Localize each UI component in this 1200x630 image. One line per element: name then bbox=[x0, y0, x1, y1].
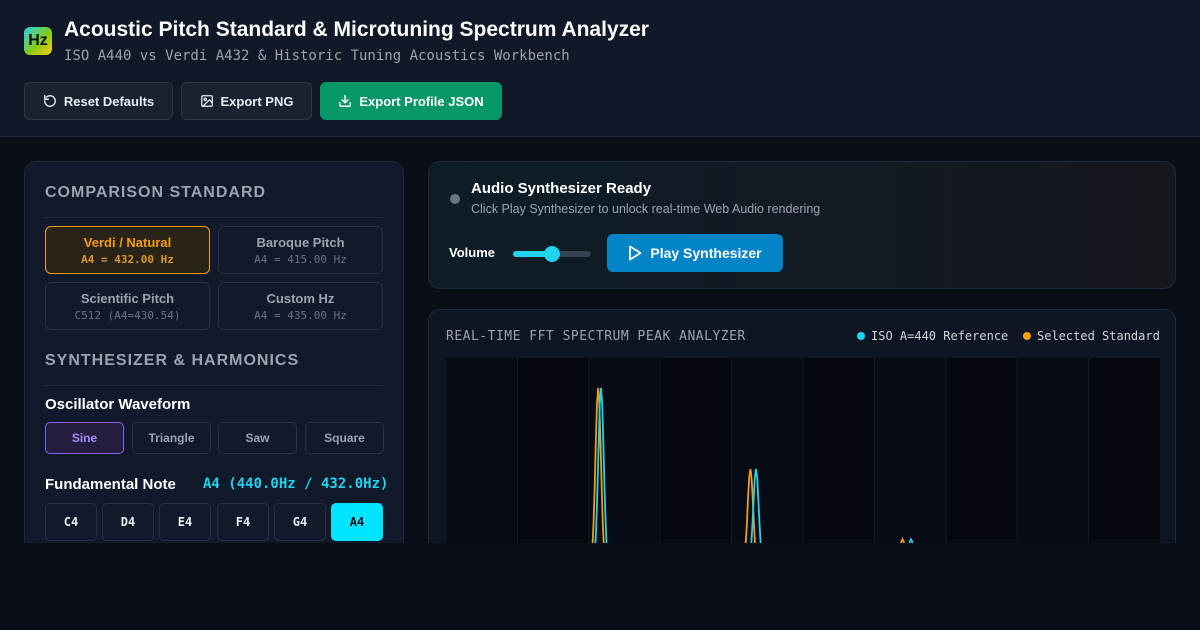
spectrum-band bbox=[731, 358, 803, 543]
spectrum-band bbox=[1017, 358, 1089, 543]
standard-option-baroque[interactable]: Baroque Pitch A4 = 415.00 Hz bbox=[218, 226, 383, 274]
note-c4-button[interactable]: C4 bbox=[45, 503, 97, 541]
spectrum-band bbox=[1088, 358, 1160, 543]
reset-defaults-label: Reset Defaults bbox=[63, 93, 155, 109]
reference-swatch bbox=[857, 332, 865, 340]
legend-selected-label: Selected Standard bbox=[1037, 329, 1160, 343]
fundamental-note-label: Fundamental Note bbox=[45, 476, 176, 493]
volume-slider[interactable] bbox=[513, 246, 591, 262]
spectrum-band bbox=[874, 358, 946, 543]
export-profile-json-button[interactable]: Export Profile JSON bbox=[320, 82, 502, 120]
note-d4-button[interactable]: D4 bbox=[102, 503, 154, 541]
waveform-triangle-button[interactable]: Triangle bbox=[132, 422, 211, 454]
standard-value: A4 = 415.00 Hz bbox=[254, 252, 347, 266]
spectrum-band bbox=[803, 358, 875, 543]
note-frequency-readout: A4 (440.0Hz / 432.0Hz) bbox=[203, 476, 389, 492]
divider bbox=[45, 385, 383, 386]
volume-slider-handle[interactable] bbox=[544, 246, 560, 262]
spectrum-band bbox=[446, 358, 518, 543]
standard-option-custom[interactable]: Custom Hz A4 = 435.00 Hz bbox=[218, 282, 383, 330]
app-logo: Hz bbox=[24, 27, 52, 55]
control-panel: COMPARISON STANDARD Verdi / Natural A4 =… bbox=[24, 161, 404, 543]
play-synthesizer-button[interactable]: Play Synthesizer bbox=[607, 234, 783, 272]
legend-reference-label: ISO A=440 Reference bbox=[871, 329, 1009, 343]
standard-name: Scientific Pitch bbox=[80, 290, 175, 306]
download-icon bbox=[339, 95, 352, 107]
standard-name: Verdi / Natural bbox=[83, 234, 172, 250]
standard-value: A4 = 432.00 Hz bbox=[81, 252, 174, 266]
standard-option-scientific[interactable]: Scientific Pitch C512 (A4=430.54) bbox=[45, 282, 210, 330]
play-icon bbox=[629, 245, 642, 261]
note-f4-button[interactable]: F4 bbox=[217, 503, 269, 541]
audio-status-message: Click Play Synthesizer to unlock real-ti… bbox=[471, 202, 821, 216]
synthesizer-heading: SYNTHESIZER & HARMONICS bbox=[45, 352, 300, 369]
play-synthesizer-label: Play Synthesizer bbox=[650, 245, 762, 261]
spectrum-band bbox=[945, 358, 1018, 543]
reset-defaults-button[interactable]: Reset Defaults bbox=[24, 82, 173, 120]
export-png-label: Export PNG bbox=[220, 93, 294, 109]
standard-option-verdi[interactable]: Verdi / Natural A4 = 432.00 Hz bbox=[45, 226, 210, 274]
note-e4-button[interactable]: E4 bbox=[159, 503, 211, 541]
standard-value: C512 (A4=430.54) bbox=[74, 308, 181, 322]
spectrum-band bbox=[588, 358, 661, 543]
image-icon bbox=[200, 95, 213, 107]
standard-name: Baroque Pitch bbox=[256, 234, 345, 250]
comparison-standard-heading: COMPARISON STANDARD bbox=[45, 184, 267, 201]
page-subtitle: ISO A440 vs Verdi A432 & Historic Tuning… bbox=[64, 48, 570, 64]
legend-reference: ISO A=440 Reference bbox=[857, 329, 1008, 343]
spectrum-band bbox=[660, 358, 732, 543]
standard-name: Custom Hz bbox=[266, 290, 335, 306]
export-png-button[interactable]: Export PNG bbox=[181, 82, 312, 120]
note-a4-button[interactable]: A4 bbox=[331, 503, 383, 541]
app-header: Hz Acoustic Pitch Standard & Microtuning… bbox=[0, 0, 1200, 137]
spectrum-band bbox=[517, 358, 589, 543]
reset-icon bbox=[43, 95, 56, 107]
audio-status-title: Audio Synthesizer Ready bbox=[471, 180, 652, 197]
page-title: Acoustic Pitch Standard & Microtuning Sp… bbox=[64, 18, 649, 41]
spectrum-analyzer-panel: REAL-TIME FFT SPECTRUM PEAK ANALYZER ISO… bbox=[428, 309, 1176, 543]
spectrum-plot bbox=[446, 358, 1160, 543]
waveform-label: Oscillator Waveform bbox=[45, 396, 191, 413]
export-profile-json-label: Export Profile JSON bbox=[359, 93, 484, 109]
audio-synth-panel: Audio Synthesizer Ready Click Play Synth… bbox=[428, 161, 1176, 289]
note-g4-button[interactable]: G4 bbox=[274, 503, 326, 541]
standard-value: A4 = 435.00 Hz bbox=[254, 308, 347, 322]
volume-label: Volume bbox=[449, 245, 495, 260]
waveform-sine-button[interactable]: Sine bbox=[45, 422, 124, 454]
legend-selected: Selected Standard bbox=[1023, 329, 1160, 343]
waveform-saw-button[interactable]: Saw bbox=[218, 422, 297, 454]
spectrum-title: REAL-TIME FFT SPECTRUM PEAK ANALYZER bbox=[446, 329, 746, 344]
selected-swatch bbox=[1023, 332, 1031, 340]
status-indicator bbox=[450, 194, 460, 204]
divider bbox=[45, 217, 383, 218]
waveform-square-button[interactable]: Square bbox=[305, 422, 384, 454]
